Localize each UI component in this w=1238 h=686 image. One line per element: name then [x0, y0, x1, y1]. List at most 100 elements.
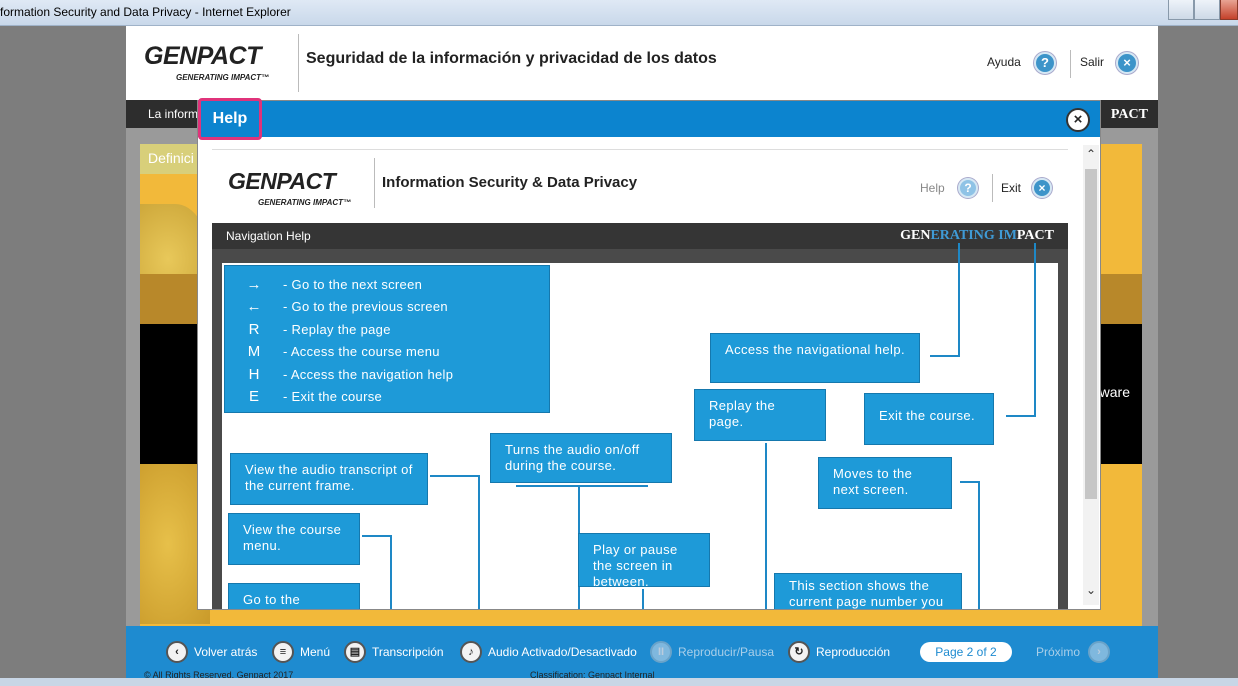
generating-impact-brand: GENERATING IMPACT: [900, 228, 1054, 244]
exit-icon[interactable]: ×: [1116, 52, 1138, 74]
menu-label: Menú: [300, 645, 331, 659]
exit-link[interactable]: Salir: [1080, 55, 1104, 69]
doc-body: → - Go to the next screen ← - Go to the …: [212, 243, 1068, 609]
audio-button[interactable]: ♪ Audio Activado/Desactivado: [460, 640, 637, 664]
connector-line: [978, 481, 980, 609]
brand-part-a: GEN: [900, 228, 931, 243]
legend-key: M: [247, 342, 261, 360]
next-button[interactable]: Próximo ›: [1036, 640, 1111, 664]
help-dialog-header: Help ×: [198, 98, 1100, 140]
legend-text: - Access the course menu: [283, 343, 440, 359]
genpact-logo: GENPACT GENERATING IMPACT™: [144, 42, 269, 82]
callout-replay: Replay the page.: [694, 389, 826, 441]
help-tab[interactable]: Help: [198, 98, 262, 140]
connector-line: [1034, 243, 1036, 417]
close-icon[interactable]: ×: [1066, 108, 1090, 132]
doc-help-label: Help: [920, 181, 945, 195]
connector-line: [362, 535, 390, 537]
next-icon: ›: [1088, 641, 1111, 663]
callout-transcript: View the audio transcript of the current…: [230, 453, 428, 505]
header-divider: [298, 34, 299, 92]
connector-line: [642, 589, 644, 609]
window-close-button[interactable]: [1220, 0, 1238, 20]
legend-text: - Access the navigation help: [283, 366, 454, 382]
brand-right: PACT: [1110, 107, 1148, 122]
connector-line: [390, 535, 392, 609]
help-dialog: Help × ⌃ ⌄ GENPACT GENERATING IMPACT™ In…: [198, 98, 1100, 609]
minimize-button[interactable]: [1168, 0, 1194, 20]
page-indicator: Page 2 of 2: [920, 642, 1012, 662]
logo-wordmark: GENPACT: [144, 42, 261, 70]
scroll-thumb[interactable]: [1085, 169, 1097, 499]
scroll-up-icon[interactable]: ⌃: [1083, 147, 1099, 161]
shortcut-legend: → - Go to the next screen ← - Go to the …: [224, 265, 550, 413]
left-arrow-icon: ←: [246, 297, 262, 315]
legend-text: - Go to the previous screen: [283, 298, 448, 314]
window-titlebar: formation Security and Data Privacy - In…: [0, 0, 1238, 26]
replay-button[interactable]: ↻ Reproducción: [788, 640, 890, 664]
transcript-button[interactable]: ▤ Transcripción: [344, 640, 444, 664]
brand-part-b: ERATING IM: [930, 228, 1017, 243]
legend-row: R - Replay the page: [225, 319, 391, 339]
brand-part-c: PACT: [1016, 228, 1054, 243]
doc-exit-label: Exit: [1001, 181, 1022, 195]
bottom-toolbar: ‹ Volver atrás ≡ Menú ▤ Transcripción ♪ …: [126, 626, 1158, 686]
transcript-icon: ▤: [344, 641, 366, 663]
callout-audio: Turns the audio on/off during the course…: [490, 433, 672, 483]
doc-genpact-logo: GENPACT GENERATING IMPACT™: [228, 168, 351, 207]
help-icon[interactable]: ?: [1034, 52, 1056, 74]
callout-page-section: This section shows the current page numb…: [774, 573, 962, 609]
doc-header-divider: [374, 158, 375, 208]
legend-row: H - Access the navigation help: [225, 364, 453, 384]
play-pause-label: Reproducir/Pausa: [678, 645, 775, 659]
scroll-down-icon[interactable]: ⌄: [1083, 583, 1099, 597]
callout-play: Play or pause the screen in between.: [578, 533, 710, 589]
legend-text: - Go to the next screen: [283, 276, 423, 292]
connector-line: [430, 475, 478, 477]
connector-line: [765, 443, 767, 609]
play-pause-button[interactable]: II Reproducir/Pausa: [650, 640, 774, 664]
doc-help-icon: ?: [958, 178, 978, 198]
doc-nav-bar: Navigation Help GENERATING IMPACT: [212, 223, 1068, 249]
breadcrumb: La inform: [148, 107, 199, 121]
stage-tab: Definici: [140, 144, 200, 174]
help-link[interactable]: Ayuda: [987, 55, 1021, 69]
back-label: Volver atrás: [194, 645, 258, 659]
taskbar: [0, 678, 1238, 686]
back-button[interactable]: ‹ Volver atrás: [166, 640, 257, 664]
legend-row: → - Go to the next screen: [225, 274, 422, 294]
microphone-icon: ♪: [460, 641, 482, 663]
callout-exit: Exit the course.: [864, 393, 994, 445]
dialog-scrollbar[interactable]: ⌃ ⌄: [1083, 145, 1099, 605]
help-document: GENPACT GENERATING IMPACT™ Information S…: [212, 149, 1068, 609]
legend-row: ← - Go to the previous screen: [225, 296, 448, 316]
pause-icon: II: [650, 641, 672, 663]
doc-exit-icon: ×: [1032, 178, 1052, 198]
legend-key: H: [248, 365, 260, 383]
callout-menu: View the course menu.: [228, 513, 360, 565]
maximize-button[interactable]: [1194, 0, 1220, 20]
menu-icon: ≡: [272, 641, 294, 663]
logo-tagline: GENERATING IMPACT™: [176, 73, 270, 82]
connector-line: [478, 475, 480, 609]
connector-line: [960, 481, 980, 483]
menu-button[interactable]: ≡ Menú: [272, 640, 330, 664]
replay-label: Reproducción: [816, 645, 891, 659]
callout-next: Moves to the next screen.: [818, 457, 952, 509]
window-title: formation Security and Data Privacy - In…: [0, 5, 291, 19]
course-title: Seguridad de la información y privacidad…: [306, 50, 717, 67]
legend-key: R: [248, 320, 260, 338]
help-diagram: → - Go to the next screen ← - Go to the …: [222, 243, 1058, 609]
connector-line: [958, 243, 960, 357]
doc-header-divider-2: [992, 174, 993, 202]
legend-text: - Exit the course: [283, 388, 383, 404]
callout-goto: Go to the: [228, 583, 360, 609]
doc-logo-wordmark: GENPACT: [228, 168, 336, 194]
back-icon: ‹: [166, 641, 188, 663]
header-divider-2: [1070, 50, 1071, 78]
connector-line: [1006, 415, 1036, 417]
legend-text: - Replay the page: [283, 321, 391, 337]
navigation-help-label: Navigation Help: [226, 229, 311, 243]
right-arrow-icon: →: [246, 275, 262, 293]
legend-row: M - Access the course menu: [225, 341, 440, 361]
